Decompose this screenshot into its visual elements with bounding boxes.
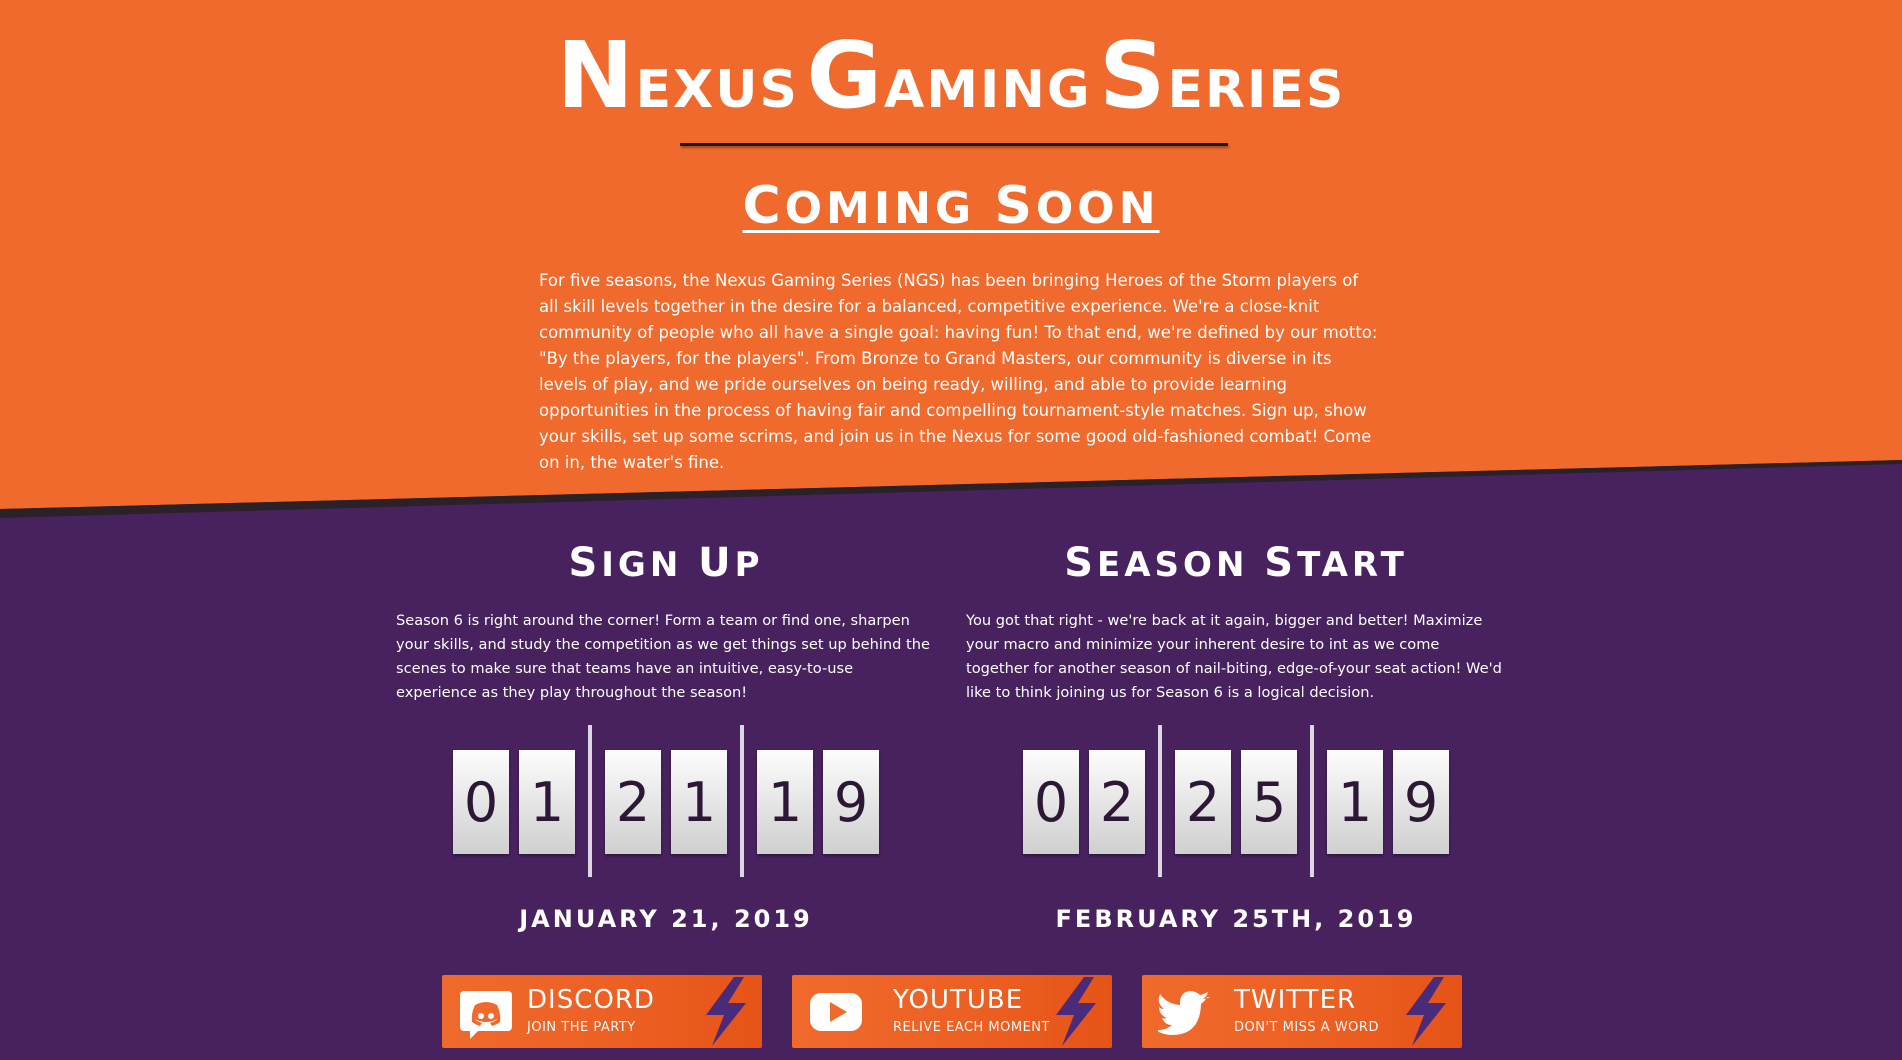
countdown-digit: 0 xyxy=(1023,750,1079,854)
heading-letter: S xyxy=(1064,540,1098,586)
signup-heading: SIGN UP xyxy=(396,535,936,591)
title-letter: N xyxy=(556,22,636,129)
heading-word: P xyxy=(734,545,764,585)
twitter-label: TWITTER xyxy=(1234,985,1357,1015)
title-letter: G xyxy=(806,22,885,129)
heading-letter: U xyxy=(698,540,735,586)
countdown-digit: 2 xyxy=(1175,750,1231,854)
heading-word: OMING xyxy=(784,183,976,234)
heading-letter: S xyxy=(994,176,1036,236)
countdown-separator xyxy=(1158,725,1162,877)
intro-paragraph: For five seasons, the Nexus Gaming Serie… xyxy=(539,271,1378,472)
youtube-icon xyxy=(810,993,862,1031)
twitter-icon xyxy=(1158,991,1210,1035)
countdown-digit: 1 xyxy=(519,750,575,854)
title-divider xyxy=(680,143,1228,146)
countdown-digit: 1 xyxy=(1327,750,1383,854)
countdown-digit: 0 xyxy=(453,750,509,854)
countdown-separator xyxy=(588,725,592,877)
signup-section: SIGN UP Season 6 is right around the cor… xyxy=(396,535,936,705)
heading-word: EASON xyxy=(1097,545,1249,585)
title-letter: S xyxy=(1099,22,1168,129)
heading-word: TART xyxy=(1297,545,1408,585)
season-date: FEBRUARY 25TH, 2019 xyxy=(1055,905,1417,933)
lightning-bolt-icon xyxy=(706,977,746,1046)
twitter-button[interactable]: TWITTER DON'T MISS A WORD xyxy=(1142,975,1462,1048)
lightning-bolt-icon xyxy=(1056,977,1096,1046)
title-word: AMING xyxy=(884,60,1092,120)
heading-letter: C xyxy=(742,176,785,236)
heading-letter: S xyxy=(568,540,602,586)
discord-tagline: JOIN THE PARTY xyxy=(527,1020,636,1035)
countdown-separator xyxy=(740,725,744,877)
discord-label: DISCORD xyxy=(527,985,655,1015)
countdown-digit: 5 xyxy=(1241,750,1297,854)
countdown-digit: 9 xyxy=(1393,750,1449,854)
signup-date: JANUARY 21, 2019 xyxy=(519,905,813,933)
discord-icon xyxy=(460,991,512,1039)
signup-description: Season 6 is right around the corner! For… xyxy=(396,612,930,701)
heading-word: IGN xyxy=(601,545,683,585)
countdown-digit: 2 xyxy=(1089,750,1145,854)
title-word: EXUS xyxy=(635,60,799,120)
title-word: ERIES xyxy=(1167,60,1346,120)
season-heading: SEASON START xyxy=(966,535,1506,591)
coming-soon-heading: COMING SOON xyxy=(0,176,1902,236)
twitter-tagline: DON'T MISS A WORD xyxy=(1234,1020,1379,1035)
heading-letter: S xyxy=(1264,540,1298,586)
youtube-label: YOUTUBE xyxy=(893,985,1024,1015)
heading-word: OON xyxy=(1035,183,1160,234)
youtube-tagline: RELIVE EACH MOMENT xyxy=(893,1020,1050,1035)
site-title: NEXUS GAMING SERIES xyxy=(0,22,1902,129)
countdown-digit: 2 xyxy=(605,750,661,854)
youtube-button[interactable]: YOUTUBE RELIVE EACH MOMENT xyxy=(792,975,1112,1048)
countdown-digit: 1 xyxy=(757,750,813,854)
countdown-separator xyxy=(1310,725,1314,877)
countdown-digit: 1 xyxy=(671,750,727,854)
lightning-bolt-icon xyxy=(1406,977,1446,1046)
season-description: You got that right - we're back at it ag… xyxy=(966,612,1502,701)
discord-button[interactable]: DISCORD JOIN THE PARTY xyxy=(442,975,762,1048)
header-background xyxy=(0,0,1902,509)
season-section: SEASON START You got that right - we're … xyxy=(966,535,1506,705)
countdown-digit: 9 xyxy=(823,750,879,854)
